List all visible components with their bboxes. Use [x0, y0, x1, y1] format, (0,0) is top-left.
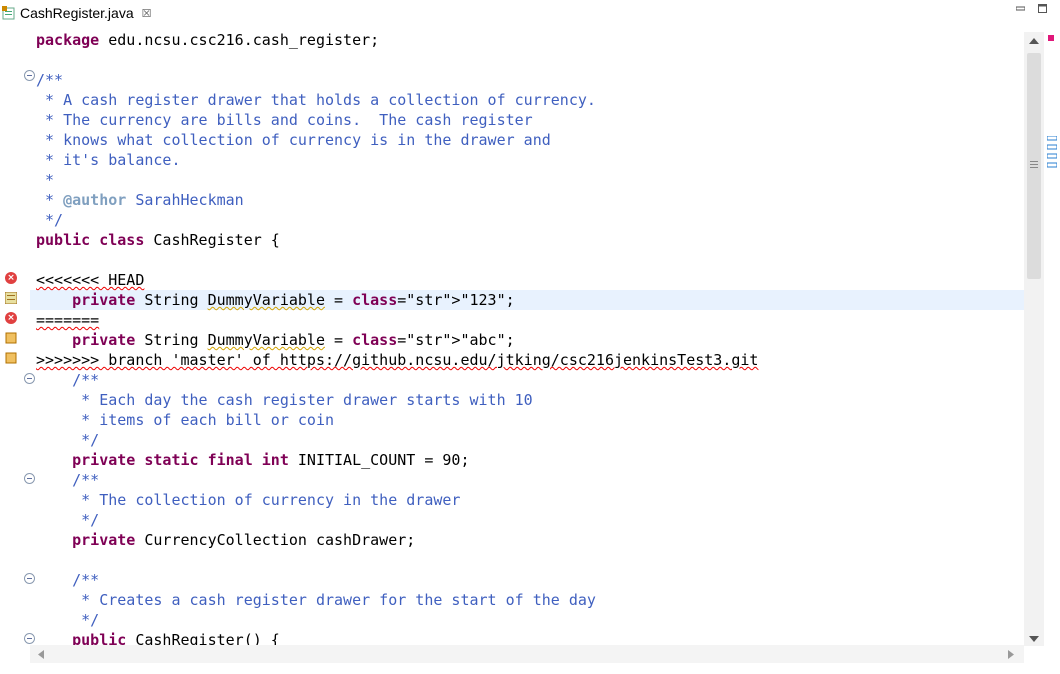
error-overview-marker[interactable]: [1048, 35, 1054, 41]
error-marker-icon[interactable]: ×: [5, 272, 17, 284]
error-marker-icon[interactable]: ×: [5, 312, 17, 324]
minimize-icon[interactable]: [1016, 4, 1025, 13]
fold-toggle-icon[interactable]: [24, 70, 35, 81]
code-line: <<<<<<< HEAD: [36, 271, 145, 289]
code-line: */: [36, 431, 100, 449]
fold-toggle-icon[interactable]: [24, 633, 35, 644]
code-line: * knows what collection of currency is i…: [36, 131, 551, 149]
code-line: >>>>>>> branch 'master' of https://githu…: [36, 351, 759, 369]
code-line: * @author SarahHeckman: [36, 191, 244, 209]
fold-toggle-icon[interactable]: [24, 473, 35, 484]
code-line: * The currency are bills and coins. The …: [36, 111, 533, 129]
code-line: */: [36, 511, 100, 529]
code-line: private String DummyVariable = class="st…: [72, 331, 515, 349]
warning-marker-icon[interactable]: [5, 332, 17, 344]
scroll-down-icon[interactable]: [1029, 636, 1039, 642]
code-line: =======: [36, 311, 100, 329]
fold-toggle-icon[interactable]: [24, 573, 35, 584]
code-line: /**: [36, 371, 100, 389]
code-line: * The collection of currency in the draw…: [36, 491, 461, 509]
maximize-icon[interactable]: [1038, 4, 1047, 13]
code-line: * it's balance.: [36, 151, 181, 169]
tab-title: CashRegister.java: [20, 5, 134, 21]
code-line: * Each day the cash register drawer star…: [36, 391, 533, 409]
scroll-up-icon[interactable]: [1029, 38, 1039, 44]
grip-icon: [1030, 161, 1038, 168]
warning-marker-icon[interactable]: [5, 352, 17, 364]
editor-tab-bar: CashRegister.java ☒: [0, 0, 1060, 26]
scroll-right-icon[interactable]: [1008, 650, 1014, 659]
code-line: /**: [36, 471, 100, 489]
code-line: public class CashRegister {: [36, 231, 280, 249]
code-line: private CurrencyCollection cashDrawer;: [72, 531, 416, 549]
tab-close-icon[interactable]: ☒: [142, 7, 152, 20]
code-line: *: [36, 171, 55, 189]
fold-toggle-icon[interactable]: [24, 373, 35, 384]
code-line: package edu.ncsu.csc216.cash_register;: [36, 31, 380, 49]
code-line: */: [36, 611, 100, 629]
overview-ruler[interactable]: [1044, 26, 1060, 666]
code-line: private static final int INITIAL_COUNT =…: [72, 451, 470, 469]
java-editor[interactable]: × × package edu.ncsu.csc216.cash_registe…: [0, 26, 1060, 674]
conflict-marker-icon[interactable]: [5, 292, 17, 304]
java-file-icon: [2, 6, 16, 20]
code-line: * items of each bill or coin: [36, 411, 335, 429]
scroll-left-icon[interactable]: [38, 650, 44, 659]
code-line: /**: [36, 71, 64, 89]
horizontal-scrollbar[interactable]: [30, 645, 1024, 663]
code-line: */: [36, 211, 64, 229]
tab-cashregister-java[interactable]: CashRegister.java ☒: [2, 2, 152, 24]
vertical-scroll-thumb[interactable]: [1027, 53, 1041, 279]
code-line: private String DummyVariable = class="st…: [72, 291, 515, 309]
code-line: /**: [36, 571, 100, 589]
vertical-scrollbar[interactable]: [1024, 32, 1044, 646]
code-line: * Creates a cash register drawer for the…: [36, 591, 596, 609]
code-line: * A cash register drawer that holds a co…: [36, 91, 596, 109]
code-area[interactable]: package edu.ncsu.csc216.cash_register; /*…: [30, 26, 1024, 649]
annotation-overview-marks[interactable]: [1047, 136, 1057, 176]
editor-gutter: × ×: [0, 26, 35, 646]
